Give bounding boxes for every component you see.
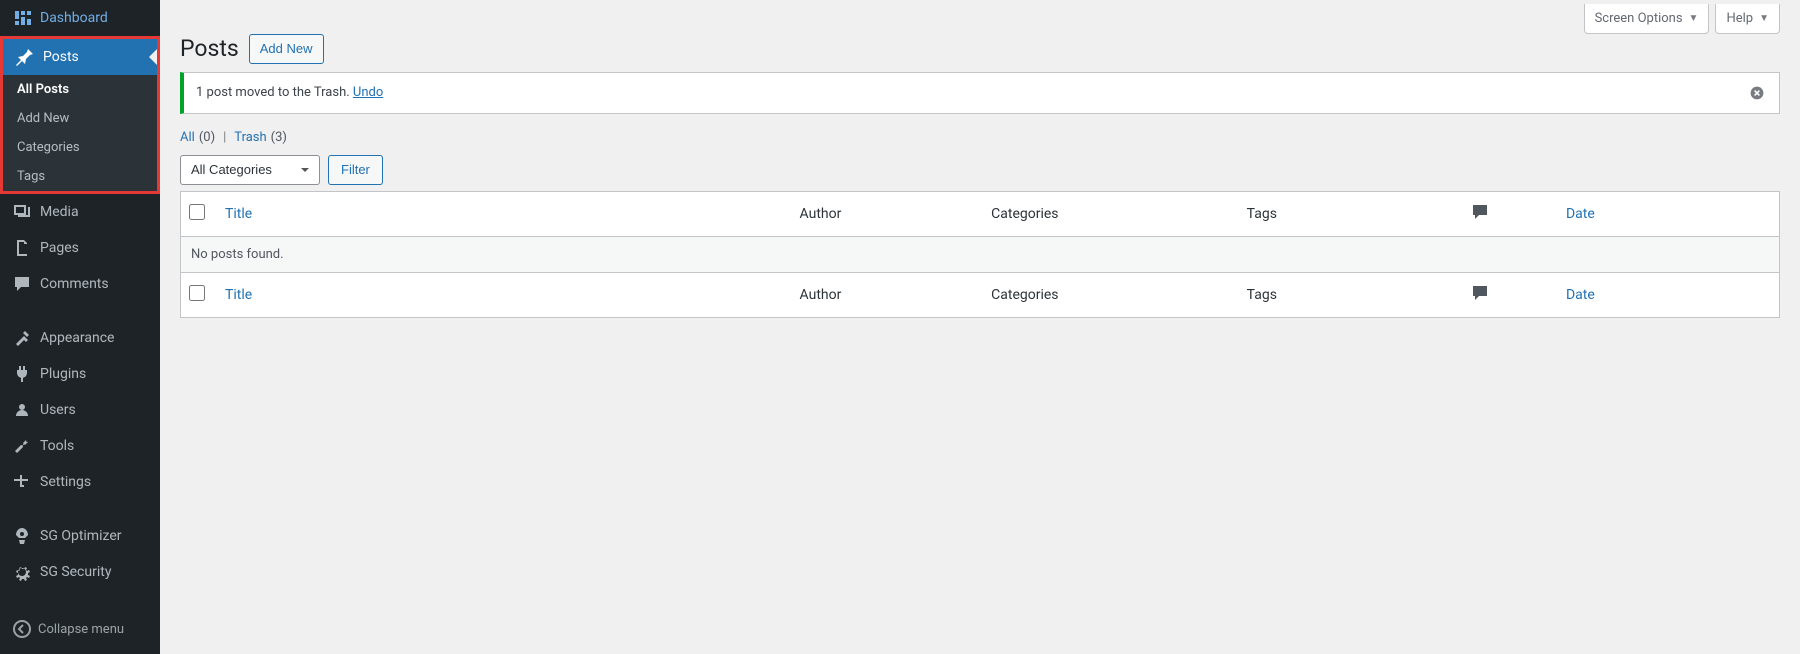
menu-appearance-label: Appearance xyxy=(40,329,114,347)
menu-posts[interactable]: Posts xyxy=(3,39,157,75)
col-tags: Tags xyxy=(1237,191,1461,236)
media-icon xyxy=(12,202,32,222)
view-all-count: (0) xyxy=(199,130,215,145)
pin-icon xyxy=(15,47,35,67)
plugins-icon xyxy=(12,364,32,384)
menu-tools[interactable]: Tools xyxy=(0,428,160,464)
menu-sg-optimizer-label: SG Optimizer xyxy=(40,527,121,545)
view-trash-link[interactable]: Trash xyxy=(234,130,266,145)
col-author: Author xyxy=(790,191,982,236)
submenu-tags[interactable]: Tags xyxy=(3,162,157,191)
view-trash-count: (3) xyxy=(271,130,287,145)
help-label: Help xyxy=(1726,11,1753,26)
col-date-foot[interactable]: Date xyxy=(1566,287,1595,303)
col-title[interactable]: Title xyxy=(225,206,252,222)
help-tab[interactable]: Help ▼ xyxy=(1715,4,1780,34)
gear-icon xyxy=(12,562,32,582)
collapse-icon xyxy=(12,619,32,639)
screen-options-label: Screen Options xyxy=(1595,11,1683,26)
appearance-icon xyxy=(12,328,32,348)
comment-icon xyxy=(1470,291,1490,307)
submenu-all-posts[interactable]: All Posts xyxy=(3,75,157,104)
collapse-menu[interactable]: Collapse menu xyxy=(0,610,160,647)
menu-tools-label: Tools xyxy=(40,437,74,455)
view-all-link[interactable]: All xyxy=(180,130,195,145)
users-icon xyxy=(12,400,32,420)
menu-dashboard[interactable]: Dashboard xyxy=(0,0,160,36)
menu-appearance[interactable]: Appearance xyxy=(0,320,160,356)
comment-icon xyxy=(1470,210,1490,226)
menu-plugins[interactable]: Plugins xyxy=(0,356,160,392)
submenu-add-new[interactable]: Add New xyxy=(3,104,157,133)
dismiss-notice-button[interactable] xyxy=(1747,83,1767,103)
col-date[interactable]: Date xyxy=(1566,206,1595,222)
col-categories-foot: Categories xyxy=(981,272,1236,317)
menu-media[interactable]: Media xyxy=(0,194,160,230)
add-new-button[interactable]: Add New xyxy=(249,34,324,64)
trash-notice: 1 post moved to the Trash. Undo xyxy=(180,72,1780,114)
comments-icon xyxy=(12,274,32,294)
notice-message: 1 post moved to the Trash. xyxy=(196,85,353,100)
select-all-checkbox-bottom[interactable] xyxy=(189,285,205,301)
col-tags-foot: Tags xyxy=(1237,272,1461,317)
chevron-down-icon: ▼ xyxy=(1759,13,1769,24)
menu-pages-label: Pages xyxy=(40,239,79,257)
col-author-foot: Author xyxy=(790,272,982,317)
chevron-down-icon: ▼ xyxy=(1689,13,1699,24)
menu-sg-security-label: SG Security xyxy=(40,563,111,581)
screen-options-tab[interactable]: Screen Options ▼ xyxy=(1584,4,1710,34)
menu-pages[interactable]: Pages xyxy=(0,230,160,266)
menu-settings[interactable]: Settings xyxy=(0,464,160,500)
menu-sg-optimizer[interactable]: SG Optimizer xyxy=(0,518,160,554)
category-filter-select[interactable]: All Categories xyxy=(180,155,320,185)
col-title-foot[interactable]: Title xyxy=(225,287,252,303)
no-posts-message: No posts found. xyxy=(181,236,1780,272)
settings-icon xyxy=(12,472,32,492)
menu-plugins-label: Plugins xyxy=(40,365,86,383)
menu-users[interactable]: Users xyxy=(0,392,160,428)
menu-media-label: Media xyxy=(40,203,79,221)
menu-sg-security[interactable]: SG Security xyxy=(0,554,160,590)
undo-link[interactable]: Undo xyxy=(353,85,383,100)
menu-users-label: Users xyxy=(40,401,76,419)
rocket-icon xyxy=(12,526,32,546)
col-categories: Categories xyxy=(981,191,1236,236)
pages-icon xyxy=(12,238,32,258)
admin-sidebar: Dashboard Posts All Posts Add New Catego… xyxy=(0,0,160,654)
posts-table: Title Author Categories Tags Date No pos… xyxy=(180,191,1780,318)
submenu-posts: All Posts Add New Categories Tags xyxy=(0,75,160,194)
page-title: Posts xyxy=(180,34,239,64)
tools-icon xyxy=(12,436,32,456)
collapse-menu-label: Collapse menu xyxy=(38,622,124,637)
select-all-checkbox-top[interactable] xyxy=(189,204,205,220)
submenu-categories[interactable]: Categories xyxy=(3,133,157,162)
menu-comments[interactable]: Comments xyxy=(0,266,160,302)
dashboard-icon xyxy=(12,8,32,28)
menu-dashboard-label: Dashboard xyxy=(40,9,108,27)
view-filters: All (0) | Trash (3) xyxy=(180,130,1780,145)
menu-comments-label: Comments xyxy=(40,275,109,293)
main-content: Screen Options ▼ Help ▼ Posts Add New 1 … xyxy=(160,0,1800,654)
menu-settings-label: Settings xyxy=(40,473,91,491)
menu-posts-label: Posts xyxy=(43,48,79,66)
filter-button[interactable]: Filter xyxy=(328,155,383,185)
